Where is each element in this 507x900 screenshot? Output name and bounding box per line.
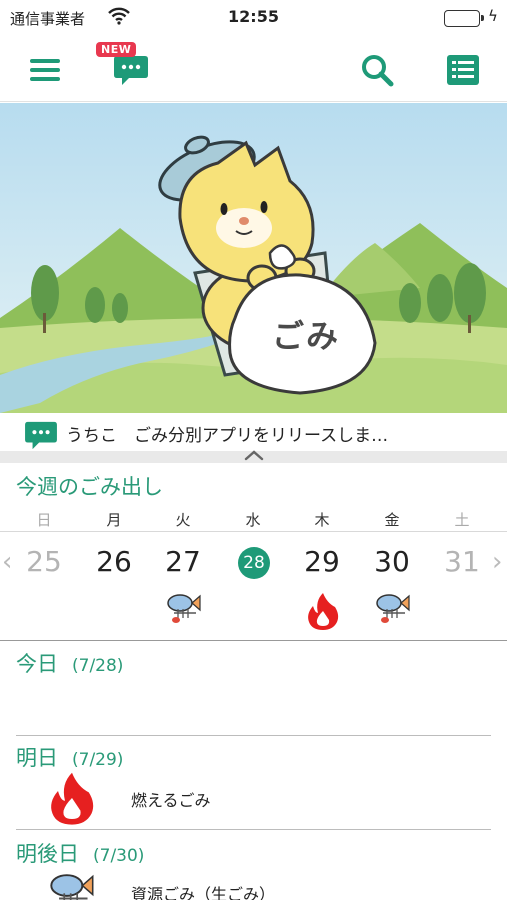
garbage-type-label: 資源ごみ（生ごみ） — [131, 885, 276, 900]
charging-icon: ϟ — [488, 7, 498, 25]
ticker-text: うちこ ごみ分別アプリをリリースしま… — [66, 426, 389, 446]
fire-icon — [305, 591, 341, 635]
day-cell[interactable]: 29 — [292, 545, 352, 578]
weekday-sat: 土 — [454, 511, 470, 529]
weekday-sun: 日 — [36, 511, 52, 529]
day-cell[interactable]: 30 — [362, 545, 422, 578]
week-days-row: ‹ › 25 26 27 28 29 30 31 — [0, 533, 507, 641]
fish-bone-icon — [46, 870, 98, 900]
app-header: NEW — [0, 36, 507, 102]
weekday-fri: 金 — [384, 511, 400, 529]
schedule-heading: 今日 (7/28) — [16, 648, 123, 678]
bag-label: ごみ — [272, 317, 341, 355]
date-label: (7/30) — [93, 846, 145, 866]
date-label: (7/28) — [72, 656, 124, 676]
garbage-type-label: 燃えるごみ — [131, 791, 211, 810]
date-label: (7/29) — [72, 750, 124, 770]
new-badge: NEW — [96, 42, 137, 57]
battery-icon — [444, 10, 484, 27]
search-icon — [362, 55, 394, 87]
day-cell[interactable]: 26 — [84, 545, 144, 578]
divider — [16, 829, 491, 830]
chevron-up-icon — [244, 450, 264, 461]
list-icon — [447, 55, 479, 85]
collapse-handle[interactable] — [0, 450, 507, 463]
hamburger-icon — [30, 59, 60, 81]
fish-bone-icon — [166, 591, 202, 629]
day-label: 明後日 — [16, 842, 79, 866]
schedule-today: 今日 (7/28) — [0, 648, 507, 736]
schedule-day-after[interactable]: 明後日 (7/30) 資源ごみ（生ごみ） — [0, 838, 507, 900]
list-button[interactable] — [443, 50, 483, 90]
hero-illustration: ごみ — [0, 103, 507, 413]
fish-bone-icon — [375, 591, 411, 629]
day-cell[interactable]: 27 — [153, 545, 213, 578]
divider — [16, 735, 491, 736]
week-title: 今週のごみ出し — [16, 475, 163, 499]
day-label: 明日 — [16, 746, 58, 770]
day-cell[interactable]: 25 — [14, 545, 74, 578]
schedule-heading: 明後日 (7/30) — [16, 838, 144, 868]
schedule-tomorrow[interactable]: 明日 (7/29) 燃えるごみ — [0, 742, 507, 830]
weekday-header: 日 月 火 水 木 金 土 — [0, 506, 507, 532]
day-label: 今日 — [16, 652, 58, 676]
news-ticker[interactable]: うちこ ごみ分別アプリをリリースしま… — [0, 413, 507, 451]
fire-icon — [46, 770, 98, 830]
next-week-button[interactable]: › — [492, 547, 502, 577]
schedule-heading: 明日 (7/29) — [16, 742, 123, 772]
weekday-mon: 月 — [106, 511, 122, 529]
weekday-thu: 木 — [314, 511, 330, 529]
prev-week-button[interactable]: ‹ — [2, 547, 12, 577]
status-bar: 通信事業者 12:55 ϟ — [0, 0, 507, 36]
today-day-cell[interactable]: 28 — [238, 547, 270, 579]
clock: 12:55 — [228, 7, 279, 26]
search-button[interactable] — [357, 50, 397, 90]
menu-button[interactable] — [25, 50, 65, 90]
chat-bubble-icon — [114, 56, 148, 85]
weekday-wed: 水 — [245, 511, 261, 529]
weekday-tue: 火 — [175, 511, 191, 529]
chat-bubble-icon — [24, 420, 58, 454]
day-cell[interactable]: 31 — [432, 545, 492, 578]
